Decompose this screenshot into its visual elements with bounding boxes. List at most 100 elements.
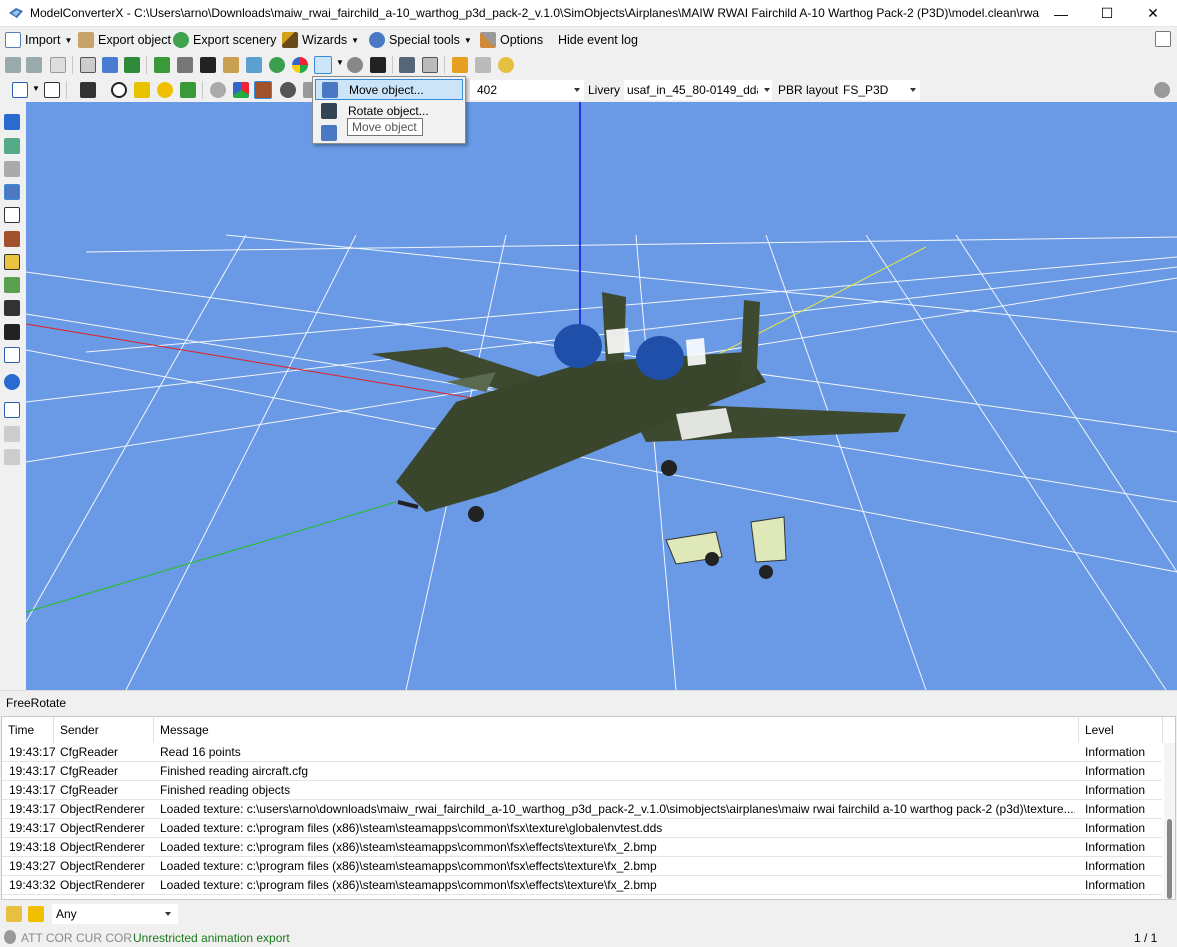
list-icon[interactable] <box>422 57 438 73</box>
table-row[interactable]: 19:43:17 CfgReader Finished reading aircra… <box>2 762 1162 781</box>
import-menu[interactable]: Import ▼ <box>5 31 72 49</box>
broom-icon[interactable] <box>28 906 44 922</box>
brush-icon[interactable] <box>246 57 262 73</box>
image-icon[interactable] <box>177 57 193 73</box>
col-header-time[interactable]: Time <box>2 717 54 743</box>
col-header-level[interactable]: Level <box>1079 717 1163 743</box>
table-row[interactable]: 19:43:17 ObjectRenderer Loaded texture: c:… <box>2 800 1162 819</box>
engine-stripes <box>606 328 630 354</box>
back-arrow-icon[interactable] <box>5 57 21 73</box>
scrollbar[interactable] <box>1164 743 1175 899</box>
table-row[interactable]: 19:43:27 ObjectRenderer Loaded texture: c:… <box>2 857 1162 876</box>
livery-select[interactable]: usaf_in_45_80-0149_dday <box>624 80 772 100</box>
eye-icon[interactable] <box>4 374 20 390</box>
enter-icon[interactable] <box>4 402 20 418</box>
fit-view-icon[interactable] <box>12 82 28 98</box>
plane-icon[interactable] <box>4 324 20 340</box>
chevron-down-icon <box>764 88 770 92</box>
maximize-button[interactable]: ☐ <box>1084 0 1130 27</box>
figure-gray-icon[interactable] <box>4 449 20 465</box>
log-time-cell: 19:43:27 <box>9 859 56 873</box>
aircraft-model[interactable] <box>371 292 906 522</box>
crosshair-icon[interactable] <box>111 82 127 98</box>
wizards-menu[interactable]: Wizards ▼ <box>282 31 359 49</box>
color-wheel-icon[interactable] <box>292 57 308 73</box>
monitor-icon[interactable] <box>399 57 415 73</box>
sphere-icon[interactable] <box>280 82 296 98</box>
options-menu[interactable]: Options <box>480 31 543 49</box>
cog-icon[interactable] <box>210 82 226 98</box>
arrows-icon[interactable] <box>4 300 20 316</box>
engine-stripes <box>686 338 706 366</box>
texture-icon[interactable] <box>254 81 272 99</box>
spheres-icon[interactable] <box>347 57 363 73</box>
scrollbar-thumb[interactable] <box>1167 819 1172 899</box>
model-select[interactable]: 402 <box>470 80 584 100</box>
pointer-icon[interactable] <box>44 82 60 98</box>
table-row[interactable]: 19:43:17 ObjectRenderer Loaded texture: c:… <box>2 819 1162 838</box>
link-icon[interactable] <box>4 161 20 177</box>
document-icon[interactable] <box>50 57 66 73</box>
chevron-down-icon[interactable]: ▼ <box>32 84 40 93</box>
sun-icon[interactable] <box>134 82 150 98</box>
pin-icon[interactable] <box>102 57 118 73</box>
log-sender-cell: CfgReader <box>60 764 119 778</box>
bulb-icon[interactable] <box>157 82 173 98</box>
grid-icon[interactable] <box>154 57 170 73</box>
node-select-icon[interactable] <box>4 184 20 200</box>
settings-gear-icon[interactable] <box>1154 82 1170 98</box>
material-icon[interactable] <box>4 231 20 247</box>
close-button[interactable]: ✕ <box>1130 0 1176 27</box>
chevron-down-icon[interactable]: ▼ <box>336 58 344 67</box>
redo-icon[interactable] <box>475 57 491 73</box>
box-icon[interactable] <box>4 207 20 223</box>
event-log[interactable]: Time Sender Message Level 19:43:17 CfgRea… <box>1 716 1176 900</box>
hide-event-log-menu[interactable]: Hide event log <box>558 31 638 49</box>
level-filter-select[interactable]: Any <box>52 904 178 924</box>
hierarchy-icon[interactable] <box>124 57 140 73</box>
move-object-label: Move object... <box>349 83 424 97</box>
ground-icon[interactable] <box>4 277 20 293</box>
table-row[interactable]: 19:43:17 CfgReader Finished reading object… <box>2 781 1162 800</box>
earth-icon[interactable] <box>269 57 285 73</box>
refresh-icon[interactable] <box>180 82 196 98</box>
options-label: Options <box>500 33 544 47</box>
col-header-message[interactable]: Message <box>154 717 1079 743</box>
panel-icon[interactable] <box>1155 31 1171 47</box>
scene-render[interactable] <box>26 102 1177 690</box>
minimize-button[interactable]: — <box>1038 0 1084 27</box>
camera-icon[interactable] <box>80 82 96 98</box>
rotate-icon <box>321 103 337 119</box>
clear-log-icon[interactable] <box>6 906 22 922</box>
table-row[interactable]: 19:43:17 CfgReader Read 16 points Informati… <box>2 743 1162 762</box>
exit-icon[interactable] <box>4 426 20 442</box>
pbr-layout-select[interactable]: FS_P3D <box>840 80 920 100</box>
table-row[interactable]: 19:43:32 ObjectRenderer Loaded texture: c:… <box>2 876 1162 895</box>
col-header-sender[interactable]: Sender <box>54 717 154 743</box>
table-row[interactable]: 19:43:18 ObjectRenderer Loaded texture: c:… <box>2 838 1162 857</box>
magic-select-icon[interactable] <box>4 138 20 154</box>
log-time-cell: 19:43:17 <box>9 764 56 778</box>
move-object-item[interactable]: Move object... <box>315 79 463 100</box>
grid-select-icon[interactable] <box>4 114 20 130</box>
export-scenery-menu[interactable]: Export scenery <box>173 31 276 49</box>
undo-icon[interactable] <box>452 57 468 73</box>
special-tools-menu[interactable]: Special tools ▼ <box>369 31 472 49</box>
film-icon[interactable] <box>200 57 216 73</box>
status-message: Unrestricted animation export <box>133 931 290 945</box>
3d-viewport[interactable] <box>26 102 1177 690</box>
log-sender-cell: ObjectRenderer <box>60 821 145 835</box>
log-message-cell: Finished reading aircraft.cfg <box>160 764 309 778</box>
square-icon[interactable] <box>4 254 20 270</box>
forward-arrow-icon[interactable] <box>26 57 42 73</box>
wire-icon[interactable] <box>4 347 20 363</box>
magnifier-icon[interactable] <box>80 57 96 73</box>
terrain-icon[interactable] <box>223 57 239 73</box>
export-object-menu[interactable]: Export object <box>78 31 171 49</box>
figure-icon[interactable] <box>370 57 386 73</box>
chevron-down-icon: ▼ <box>64 35 73 45</box>
clock-icon[interactable] <box>498 57 514 73</box>
move-object-tool-icon[interactable] <box>314 56 332 74</box>
scale-icon[interactable] <box>321 125 337 141</box>
cube-icon[interactable] <box>233 82 249 98</box>
